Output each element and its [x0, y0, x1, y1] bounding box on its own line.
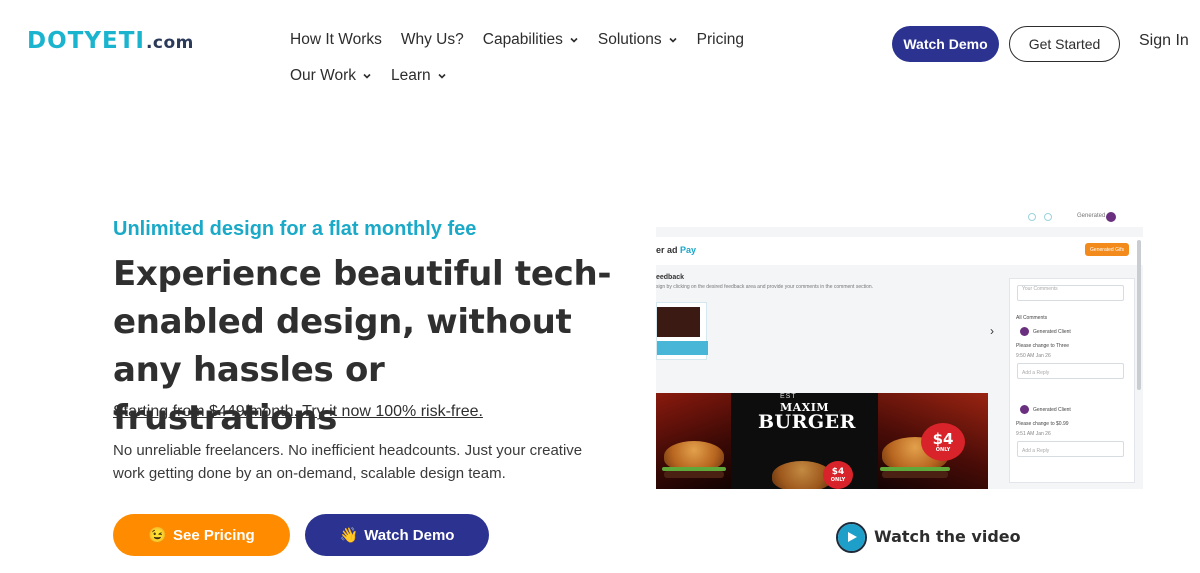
sign-in-link[interactable]: Sign In [1139, 32, 1189, 50]
banner-product: BURGER [758, 411, 856, 433]
hero-description: No unreliable freelancers. No inefficien… [113, 442, 583, 482]
mockup-all-comments-label: All Comments [1016, 315, 1048, 321]
nav-label: Capabilities [482, 31, 563, 48]
burger-patty [882, 471, 948, 478]
chevron-down-icon [438, 73, 446, 79]
price-badge-large: $4 ONLY [921, 423, 965, 461]
mockup-comment-text: Please change to Three [1016, 343, 1070, 349]
nav-label: Solutions [597, 31, 662, 48]
avatar [1106, 212, 1116, 222]
price-only-label: ONLY [830, 476, 846, 483]
mockup-thumbnail [656, 302, 708, 360]
mockup-comment-time: 9:50 AM Jan 26 [1016, 353, 1051, 359]
pricing-link[interactable]: Starting from $449/month. Try it now 100… [113, 403, 483, 421]
nav-label: Our Work [290, 67, 357, 84]
product-screenshot: Generated er ad Pay Generated Gifs eedba… [656, 210, 1143, 489]
avatar [1020, 405, 1029, 414]
hero-tagline: Unlimited design for a flat monthly fee [113, 218, 477, 240]
mockup-user-label: Generated [1077, 213, 1106, 219]
nav-label: Pricing [696, 31, 745, 48]
mockup-comment-time: 9:51 AM Jan 26 [1016, 431, 1051, 437]
nav-capabilities[interactable]: Capabilities [483, 30, 579, 50]
mockup-title-pay: Pay [680, 245, 697, 255]
main-nav: How It Works Why Us? Capabilities Soluti… [290, 30, 790, 86]
watch-demo-header-button[interactable]: Watch Demo [892, 26, 999, 62]
nav-solutions[interactable]: Solutions [598, 30, 678, 50]
price-large: $4 [932, 429, 954, 448]
mockup-topbar: Generated [656, 210, 1143, 227]
logo-wordmark: DOTYETI [27, 28, 145, 54]
bell-icon [1028, 213, 1036, 221]
chevron-down-icon [363, 73, 371, 79]
chat-icon [1044, 213, 1052, 221]
banner-left-panel [656, 393, 731, 489]
nav-how-it-works[interactable]: How It Works [290, 30, 382, 50]
burger-patty [664, 471, 724, 478]
mockup-reply-placeholder: Add a Reply [1022, 448, 1050, 454]
play-icon[interactable] [838, 524, 865, 551]
price-only-label: ONLY [935, 446, 951, 453]
mockup-comment-text: Please change to $0.99 [1016, 421, 1069, 427]
logo[interactable]: DOTYETI .com [27, 28, 194, 54]
mockup-feedback-subtitle: sign by clicking on the desired feedback… [656, 284, 874, 290]
nav-label: Why Us? [400, 31, 464, 48]
see-pricing-button[interactable]: 😉 See Pricing [113, 514, 290, 556]
mockup-orange-button: Generated Gifs [1085, 243, 1129, 256]
nav-our-work[interactable]: Our Work [290, 66, 372, 86]
logo-suffix: .com [145, 33, 194, 53]
mockup-comments-panel: Your Comments All Comments Generated Cli… [1009, 278, 1135, 483]
thumbnail-caption-bar [657, 341, 708, 355]
burger-ad-banner: EST MAXIM BURGER $4 ONLY $4 ONLY [656, 393, 988, 489]
nav-pricing[interactable]: Pricing [697, 30, 744, 50]
get-started-button[interactable]: Get Started [1009, 26, 1120, 62]
price-badge-small: $4 ONLY [823, 461, 853, 489]
mockup-comment-author: Generated Client [1033, 329, 1071, 335]
mockup-title-bar: er ad Pay Generated Gifs [656, 237, 1143, 265]
banner-est-label: EST [780, 393, 797, 400]
waving-hand-icon: 👋 [339, 526, 359, 544]
nav-why-us[interactable]: Why Us? [401, 30, 464, 50]
watch-demo-label: Watch Demo [364, 526, 455, 544]
mockup-comment-placeholder: Your Comments [1022, 286, 1058, 292]
thumbnail-image [657, 307, 700, 337]
nav-label: Learn [391, 67, 431, 84]
wink-emoji-icon: 😉 [148, 526, 167, 544]
mockup-title-text: er ad [656, 245, 678, 255]
mockup-title: er ad Pay [656, 245, 696, 255]
nav-label: How It Works [290, 31, 382, 48]
watch-demo-hero-button[interactable]: 👋 Watch Demo [305, 514, 489, 556]
chevron-right-icon: › [990, 324, 994, 338]
mockup-comment-author: Generated Client [1033, 407, 1071, 413]
mockup-scrollbar [1137, 240, 1141, 390]
see-pricing-label: See Pricing [172, 526, 255, 544]
chevron-down-icon [570, 37, 578, 43]
mockup-feedback-title: eedback [656, 274, 685, 281]
price-small: $4 [831, 466, 845, 477]
mockup-reply-placeholder: Add a Reply [1022, 370, 1050, 376]
nav-learn[interactable]: Learn [391, 66, 447, 86]
avatar [1020, 327, 1029, 336]
watch-video-link[interactable]: Watch the video [874, 527, 1021, 546]
chevron-down-icon [669, 37, 677, 43]
